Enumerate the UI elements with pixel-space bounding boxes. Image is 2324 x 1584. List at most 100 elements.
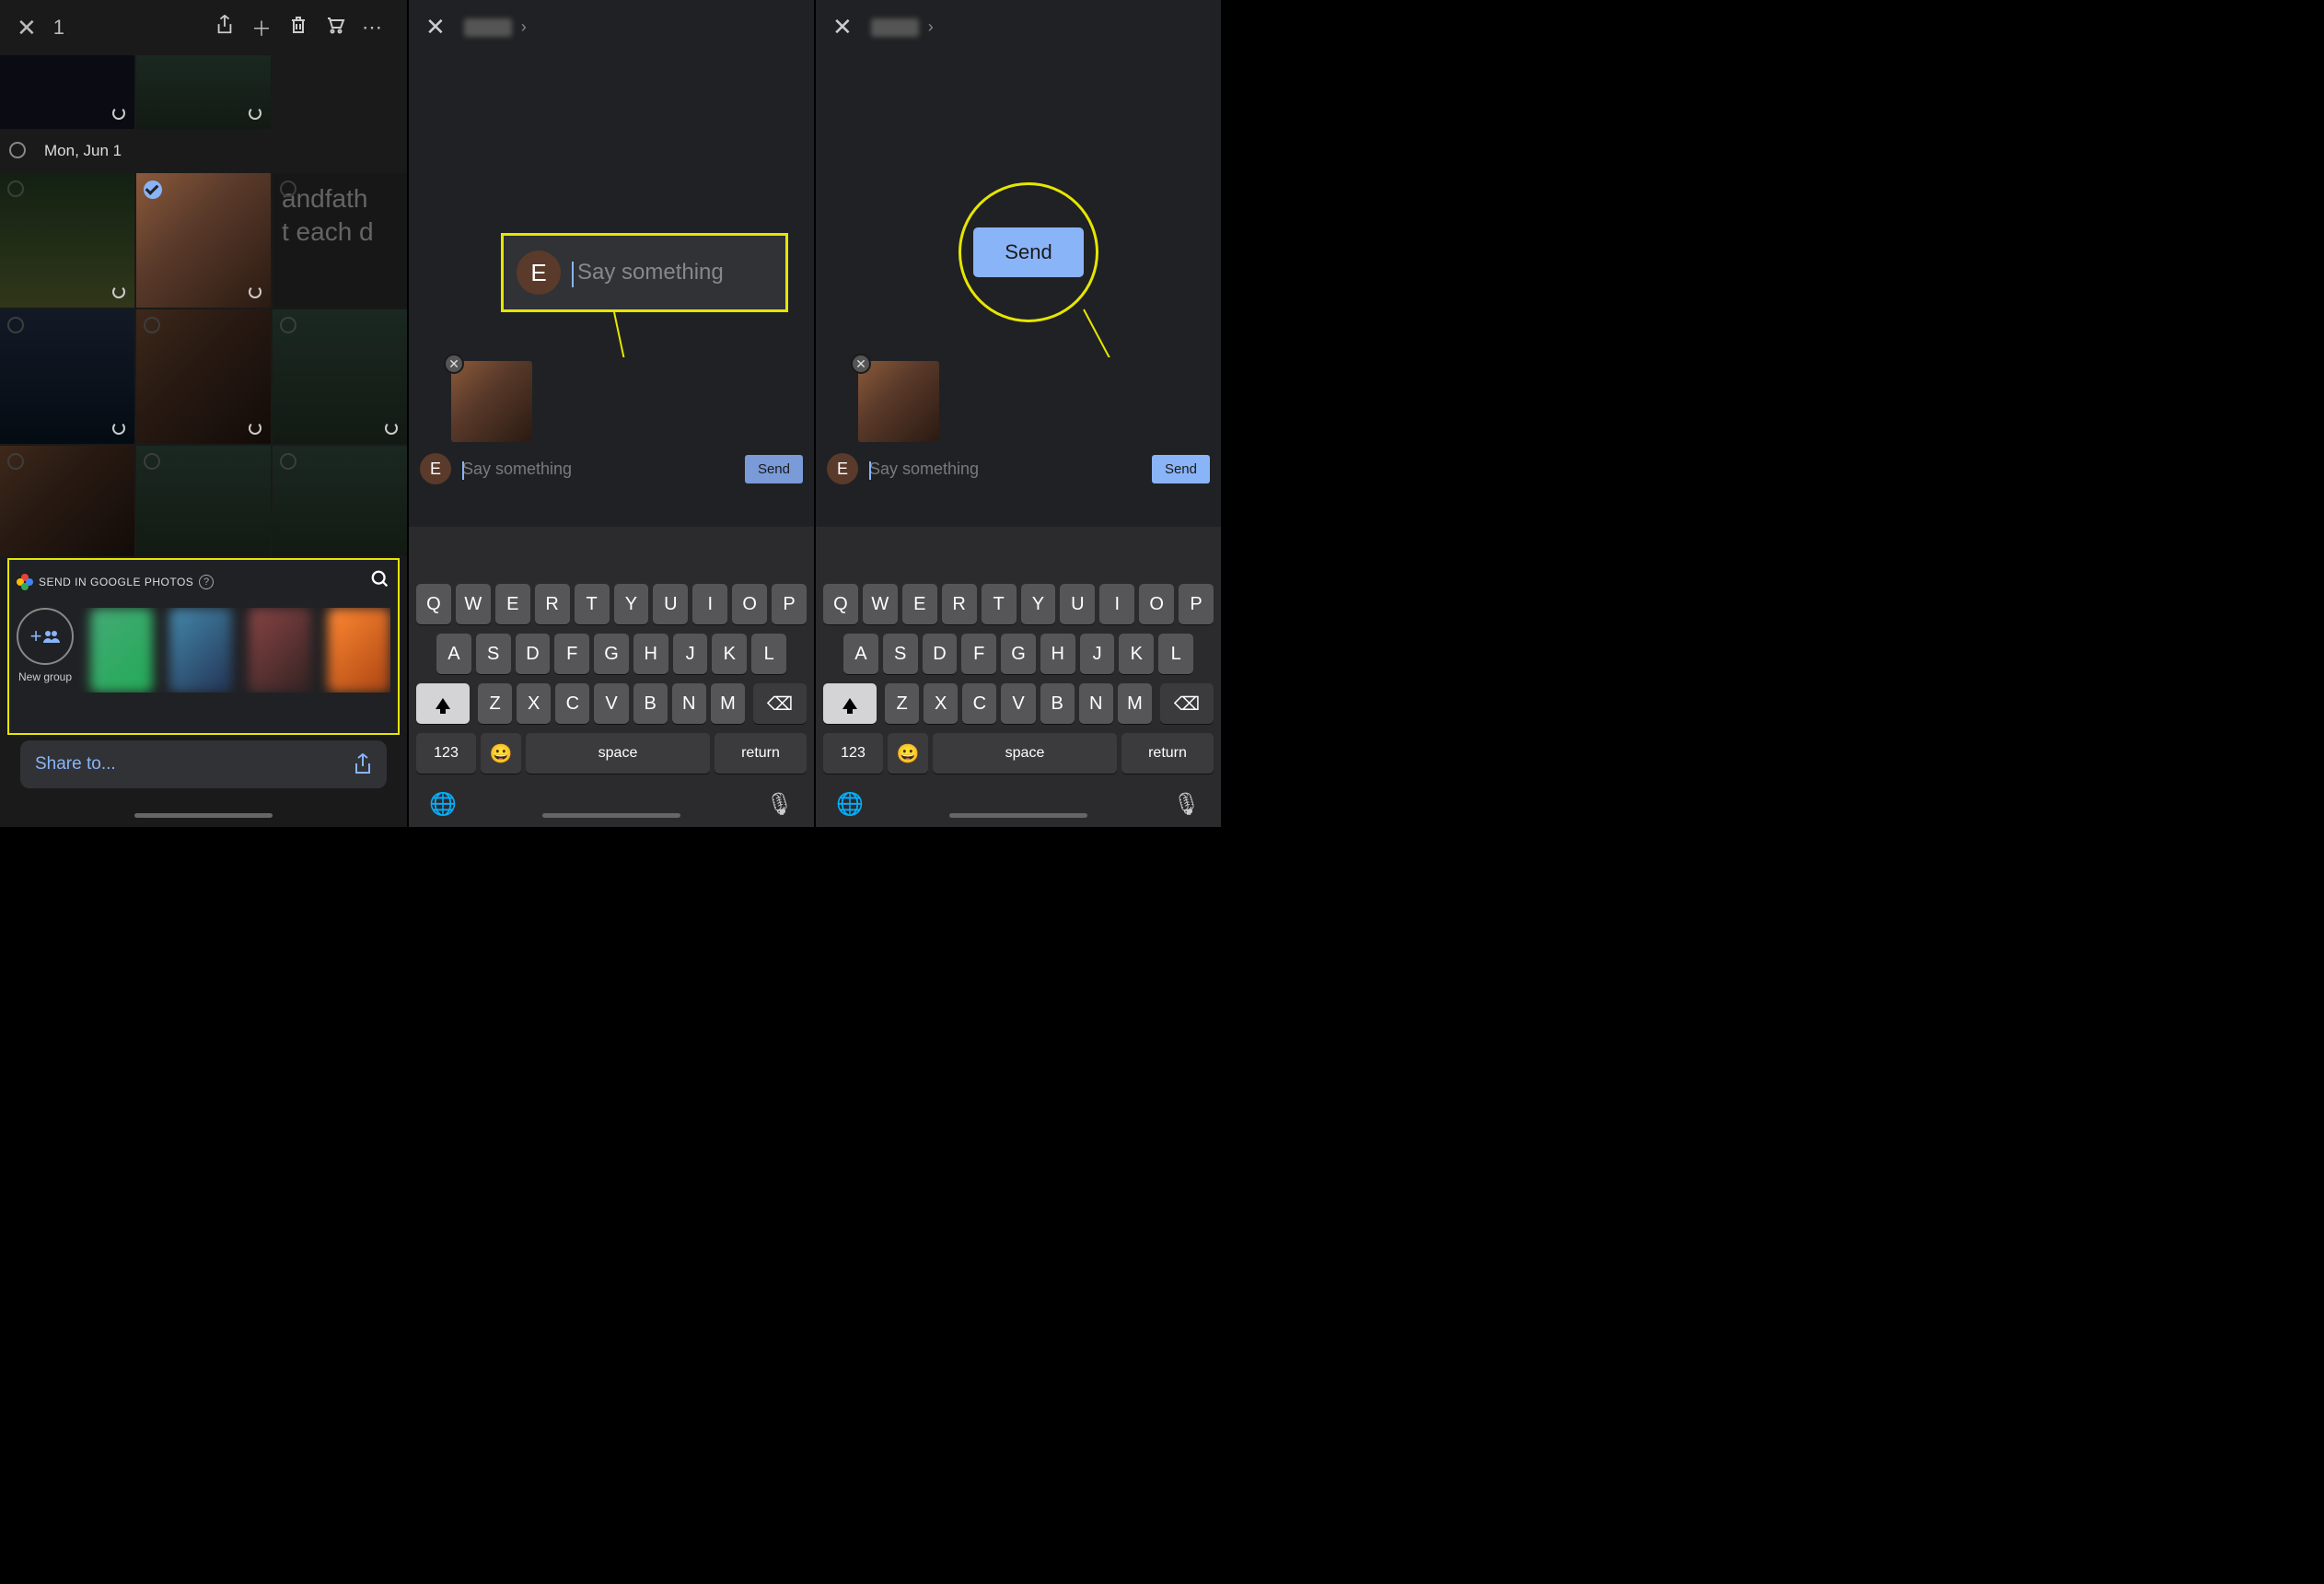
home-indicator[interactable]	[949, 813, 1087, 818]
key-h[interactable]: H	[633, 634, 668, 674]
shift-key[interactable]	[823, 683, 877, 724]
send-button[interactable]: Send	[745, 455, 803, 483]
attached-photo-thumbnail[interactable]: ✕	[858, 361, 939, 442]
photo-cell[interactable]	[0, 309, 134, 444]
return-key[interactable]: return	[715, 733, 807, 774]
key-e[interactable]: E	[495, 584, 530, 624]
remove-attachment-icon[interactable]: ✕	[444, 354, 464, 374]
cart-icon[interactable]	[317, 16, 354, 40]
key-p[interactable]: P	[1179, 584, 1214, 624]
photo-cell-selected[interactable]	[136, 173, 271, 308]
key-c[interactable]: C	[555, 683, 589, 724]
key-i[interactable]: I	[1099, 584, 1134, 624]
photo-cell[interactable]	[0, 173, 134, 308]
key-e[interactable]: E	[902, 584, 937, 624]
key-d[interactable]: D	[516, 634, 551, 674]
key-n[interactable]: N	[1079, 683, 1113, 724]
key-c[interactable]: C	[962, 683, 996, 724]
send-button[interactable]: Send	[1152, 455, 1210, 483]
trash-icon[interactable]	[280, 16, 317, 40]
key-u[interactable]: U	[653, 584, 688, 624]
key-r[interactable]: R	[942, 584, 977, 624]
key-o[interactable]: O	[732, 584, 767, 624]
key-q[interactable]: Q	[823, 584, 858, 624]
key-j[interactable]: J	[1080, 634, 1115, 674]
mic-icon[interactable]: 🎙	[766, 791, 794, 818]
attached-photo-thumbnail[interactable]: ✕	[451, 361, 532, 442]
new-group-button[interactable]: + New group	[17, 608, 74, 693]
emoji-key[interactable]: 😀	[888, 733, 928, 774]
key-a[interactable]: A	[436, 634, 471, 674]
home-indicator[interactable]	[542, 813, 680, 818]
share-to-button[interactable]: Share to...	[20, 740, 387, 788]
key-s[interactable]: S	[476, 634, 511, 674]
backspace-key[interactable]: ⌫	[753, 683, 807, 724]
key-b[interactable]: B	[633, 683, 668, 724]
key-u[interactable]: U	[1060, 584, 1095, 624]
key-w[interactable]: W	[456, 584, 491, 624]
photo-cell[interactable]	[136, 446, 271, 556]
share-icon[interactable]	[206, 15, 243, 41]
contact-suggestion[interactable]	[328, 608, 390, 693]
globe-icon[interactable]: 🌐	[836, 791, 864, 818]
contact-suggestion[interactable]	[169, 608, 232, 693]
key-v[interactable]: V	[1001, 683, 1035, 724]
message-input[interactable]: Say something	[869, 460, 1141, 479]
help-icon[interactable]: ?	[199, 575, 214, 589]
key-j[interactable]: J	[673, 634, 708, 674]
close-icon[interactable]: ✕	[425, 13, 446, 41]
space-key[interactable]: space	[526, 733, 710, 774]
key-y[interactable]: Y	[614, 584, 649, 624]
key-l[interactable]: L	[1158, 634, 1193, 674]
chevron-right-icon[interactable]: ›	[928, 17, 934, 37]
key-g[interactable]: G	[594, 634, 629, 674]
photo-cell[interactable]: andfatht each d	[273, 173, 407, 308]
key-v[interactable]: V	[594, 683, 628, 724]
key-z[interactable]: Z	[885, 683, 919, 724]
contact-suggestion[interactable]	[249, 608, 311, 693]
globe-icon[interactable]: 🌐	[429, 791, 457, 818]
key-k[interactable]: K	[1119, 634, 1154, 674]
key-i[interactable]: I	[692, 584, 727, 624]
key-t[interactable]: T	[575, 584, 610, 624]
section-header[interactable]: Mon, Jun 1	[0, 129, 407, 173]
key-w[interactable]: W	[863, 584, 898, 624]
key-q[interactable]: Q	[416, 584, 451, 624]
return-key[interactable]: return	[1121, 733, 1214, 774]
key-k[interactable]: K	[712, 634, 747, 674]
key-f[interactable]: F	[554, 634, 589, 674]
key-h[interactable]: H	[1040, 634, 1075, 674]
key-a[interactable]: A	[843, 634, 878, 674]
photo-cell[interactable]	[0, 446, 134, 556]
key-x[interactable]: X	[517, 683, 551, 724]
add-icon[interactable]: ＋	[243, 13, 280, 42]
search-icon[interactable]	[370, 569, 390, 595]
contact-suggestion[interactable]	[90, 608, 153, 693]
key-l[interactable]: L	[751, 634, 786, 674]
photo-cell[interactable]	[273, 309, 407, 444]
key-d[interactable]: D	[923, 634, 958, 674]
mic-icon[interactable]: 🎙	[1173, 791, 1201, 818]
space-key[interactable]: space	[933, 733, 1117, 774]
close-icon[interactable]: ✕	[832, 13, 853, 41]
key-o[interactable]: O	[1139, 584, 1174, 624]
key-t[interactable]: T	[982, 584, 1017, 624]
key-m[interactable]: M	[1118, 683, 1152, 724]
key-y[interactable]: Y	[1021, 584, 1056, 624]
close-icon[interactable]: ✕	[17, 14, 37, 42]
home-indicator[interactable]	[134, 813, 273, 818]
key-b[interactable]: B	[1040, 683, 1075, 724]
message-input[interactable]: Say something	[462, 460, 734, 479]
key-g[interactable]: G	[1001, 634, 1036, 674]
key-x[interactable]: X	[924, 683, 958, 724]
emoji-key[interactable]: 😀	[481, 733, 521, 774]
overflow-icon[interactable]: ⋯	[354, 16, 390, 40]
photo-cell[interactable]	[136, 309, 271, 444]
remove-attachment-icon[interactable]: ✕	[851, 354, 871, 374]
photo-cell[interactable]	[273, 446, 407, 556]
key-m[interactable]: M	[711, 683, 745, 724]
key-s[interactable]: S	[883, 634, 918, 674]
key-n[interactable]: N	[672, 683, 706, 724]
numbers-key[interactable]: 123	[416, 733, 476, 774]
chevron-right-icon[interactable]: ›	[521, 17, 527, 37]
